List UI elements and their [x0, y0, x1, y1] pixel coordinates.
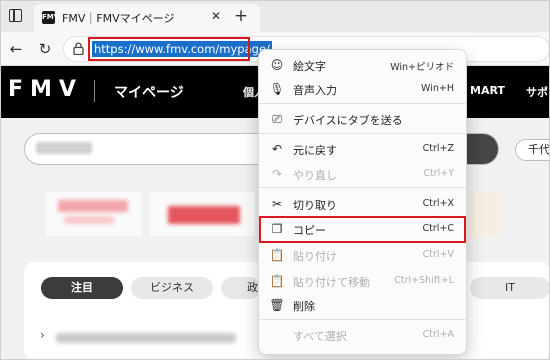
menu-separator [259, 187, 466, 188]
menu-item-5[interactable]: ✂ 切り取り Ctrl+X [259, 192, 466, 216]
context-menu: ☺ 絵文字 Win+ピリオド 🎙 音声入力 Win+H ⎚ デバイスにタブを送る ↶ 元に戻す Ct… [258, 49, 467, 355]
emoji-icon: ☺ [270, 58, 284, 72]
menu-separator [259, 103, 466, 104]
reload-button[interactable]: ↻ [35, 39, 55, 59]
header-nav-support[interactable]: サポ [526, 84, 548, 100]
tab-it[interactable]: IT [470, 277, 550, 299]
menu-item-label: 音声入力 [293, 84, 337, 97]
search-placeholder [36, 142, 92, 154]
microphone-icon: 🎙 [269, 82, 285, 96]
copy-highlight-box [259, 216, 466, 243]
menu-item-8: 📋 貼り付けて移動 Ctrl+Shift+L [259, 269, 466, 293]
menu-item-label: 元に戻す [293, 144, 337, 157]
undo-icon: ↶ [271, 142, 283, 156]
cut-icon: ✂ [271, 197, 283, 211]
menu-item-shortcut: Ctrl+Shift+L [394, 275, 454, 286]
menu-item-label: 貼り付け [293, 250, 337, 263]
menu-item-shortcut: Ctrl+X [422, 198, 454, 209]
header-nav-mart[interactable]: MART [470, 84, 505, 97]
page-title: マイページ [114, 85, 184, 101]
menu-item-shortcut: Ctrl+A [422, 329, 454, 340]
menu-item-9[interactable]: 🗑 削除 [259, 293, 466, 317]
menu-item-2[interactable]: ⎚ デバイスにタブを送る [259, 107, 466, 131]
tab-business[interactable]: ビジネス [131, 277, 213, 299]
menu-item-shortcut: Win+H [421, 83, 454, 94]
menu-item-1[interactable]: 🎙 音声入力 Win+H [259, 77, 466, 101]
paste-and-go-icon: 📋 [269, 274, 285, 288]
banner-ad[interactable] [46, 192, 142, 236]
menu-item-7: 📋 貼り付け Ctrl+V [259, 243, 466, 267]
menu-separator [259, 133, 466, 134]
menu-item-label: やり直し [293, 169, 337, 182]
fmv-logo[interactable]: FMV [8, 77, 83, 102]
favicon-icon: FMV [42, 11, 59, 24]
banner-text [64, 216, 114, 224]
paste-icon: 📋 [269, 248, 285, 262]
menu-item-icon-blank [269, 327, 285, 343]
menu-item-label: 貼り付けて移動 [293, 276, 370, 289]
tab-featured[interactable]: 注目 [41, 277, 123, 299]
delete-icon: 🗑 [269, 298, 285, 312]
redo-icon: ↷ [271, 167, 283, 181]
tab-title: FMV｜FMVマイページ [62, 12, 175, 25]
menu-item-3[interactable]: ↶ 元に戻す Ctrl+Z [259, 137, 466, 161]
window-menu-icon[interactable] [9, 9, 22, 22]
menu-item-label: 削除 [293, 300, 315, 313]
list-item[interactable] [56, 333, 236, 343]
header-divider [94, 80, 95, 102]
url-highlight-box [88, 37, 250, 61]
menu-item-label: デバイスにタブを送る [293, 114, 403, 127]
banner-logo [168, 206, 240, 224]
banner-logo [58, 200, 128, 212]
menu-item-shortcut: Ctrl+Z [422, 143, 454, 154]
menu-item-10: すべて選択 Ctrl+A [259, 323, 466, 347]
back-button[interactable]: ← [6, 39, 26, 59]
banner-ad[interactable] [470, 192, 500, 236]
menu-item-shortcut: Win+ピリオド [390, 62, 454, 73]
lock-icon[interactable] [70, 42, 86, 56]
menu-separator [259, 319, 466, 320]
menu-item-0[interactable]: ☺ 絵文字 Win+ピリオド [259, 53, 466, 77]
location-chip[interactable]: 千代 [515, 139, 550, 161]
menu-item-shortcut: Ctrl+Y [423, 168, 454, 179]
menu-item-4: ↷ やり直し Ctrl+Y [259, 162, 466, 186]
menu-item-label: 切り取り [293, 199, 337, 212]
close-tab-icon[interactable]: ✕ [208, 8, 224, 24]
menu-item-shortcut: Ctrl+V [422, 249, 454, 260]
send-to-device-icon: ⎚ [272, 112, 282, 126]
menu-item-label: すべて選択 [293, 330, 347, 343]
new-tab-button[interactable]: + [231, 6, 251, 26]
tab-politics[interactable]: 政 [221, 277, 261, 299]
menu-item-label: 絵文字 [293, 60, 326, 73]
chevron-right-icon: › [40, 328, 45, 342]
